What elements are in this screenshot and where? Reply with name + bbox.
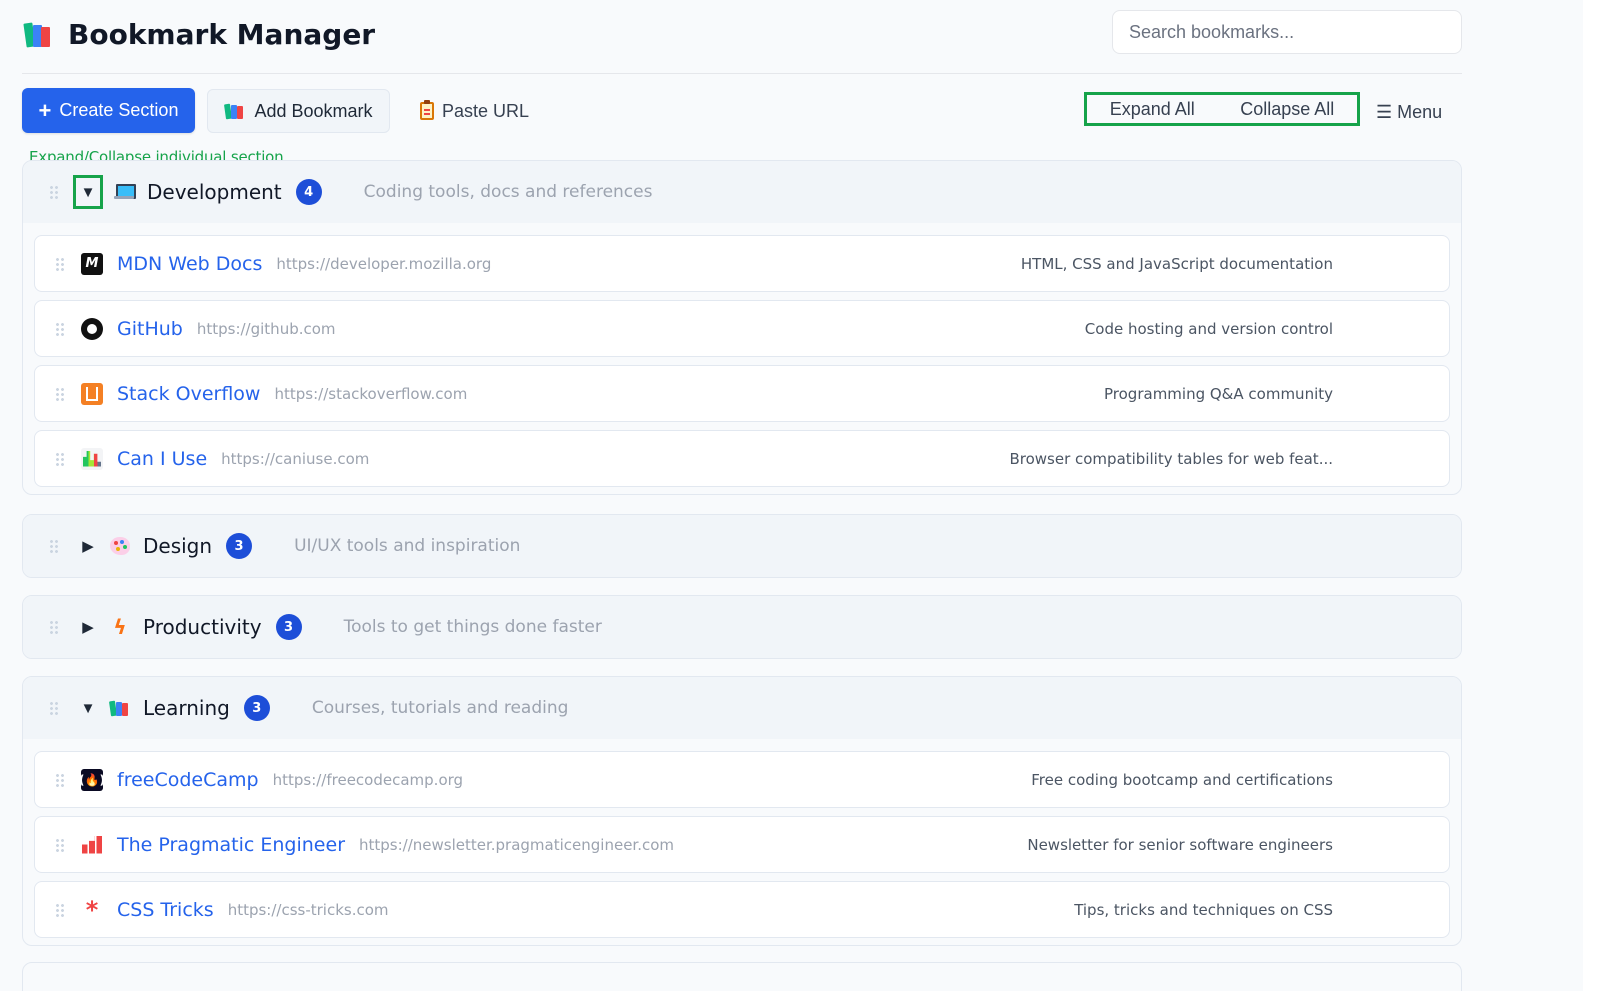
- app-title-text: Bookmark Manager: [68, 17, 376, 51]
- section-header[interactable]: ▼ Development 4 Coding tools, docs and r…: [23, 161, 1461, 223]
- section-title: Design: [143, 534, 213, 558]
- bookmark-row[interactable]: Can I Use https://caniuse.com Browser co…: [34, 430, 1450, 487]
- mdn-icon: M: [81, 252, 103, 275]
- section-description: Coding tools, docs and references: [363, 182, 653, 202]
- section-learning: ▼ Learning 3 Courses, tutorials and read…: [22, 676, 1462, 946]
- caniuse-icon: [81, 447, 103, 470]
- bookmark-row[interactable]: Stack Overflow https://stackoverflow.com…: [34, 365, 1450, 422]
- bookmark-row[interactable]: GitHub https://github.com Code hosting a…: [34, 300, 1450, 357]
- collapse-toggle-icon[interactable]: ▼: [73, 175, 103, 209]
- plus-icon: +: [38, 97, 52, 123]
- count-badge: 3: [243, 695, 270, 721]
- bookmark-url: https://stackoverflow.com: [274, 384, 468, 403]
- section-title: Learning: [143, 696, 230, 720]
- bookmark-title-link[interactable]: The Pragmatic Engineer: [117, 834, 345, 856]
- books-icon: [22, 19, 56, 49]
- section-productivity: ▶ ϟ Productivity 3 Tools to get things d…: [22, 595, 1462, 659]
- search-input[interactable]: [1112, 10, 1462, 54]
- bookmark-title-link[interactable]: MDN Web Docs: [117, 253, 262, 275]
- laptop-icon: [113, 181, 136, 203]
- create-section-button[interactable]: + Create Section: [22, 88, 195, 133]
- section-header[interactable]: ▶ ϟ Productivity 3 Tools to get things d…: [23, 596, 1461, 658]
- drag-handle-icon[interactable]: [55, 321, 65, 336]
- app-header: Bookmark Manager: [22, 0, 1462, 74]
- bookmark-url: https://github.com: [196, 319, 336, 338]
- drag-handle-icon[interactable]: [55, 837, 65, 852]
- app-title: Bookmark Manager: [22, 16, 375, 52]
- bookmark-row[interactable]: (🔥) freeCodeCamp https://freecodecamp.or…: [34, 751, 1450, 808]
- drag-handle-icon[interactable]: [49, 701, 59, 715]
- create-section-label: Create Section: [59, 100, 179, 120]
- books-icon: [108, 697, 131, 719]
- page-edge: [1583, 0, 1600, 991]
- bookmark-list: (🔥) freeCodeCamp https://freecodecamp.or…: [23, 739, 1461, 945]
- bookmark-title-link[interactable]: Stack Overflow: [117, 383, 260, 405]
- section-description: UI/UX tools and inspiration: [294, 536, 521, 556]
- section-header[interactable]: ▶ Design 3 UI/UX tools and inspiration: [23, 515, 1461, 577]
- bookmark-url: https://caniuse.com: [221, 449, 370, 468]
- bookmark-description: Newsletter for senior software engineers: [1027, 835, 1333, 854]
- clipboard-icon: [420, 100, 434, 120]
- bookmark-description: Free coding bootcamp and certifications: [1031, 770, 1333, 789]
- freecodecamp-icon: (🔥): [79, 768, 105, 791]
- bookmark-url: https://freecodecamp.org: [272, 770, 464, 789]
- section-header[interactable]: ▼ Learning 3 Courses, tutorials and read…: [23, 677, 1461, 739]
- bookmark-title-link[interactable]: CSS Tricks: [117, 899, 214, 921]
- section-description: Tools to get things done faster: [343, 617, 602, 637]
- expand-toggle-icon[interactable]: ▶: [77, 616, 99, 638]
- add-bookmark-button[interactable]: Add Bookmark: [207, 89, 390, 133]
- books-icon: [224, 102, 246, 120]
- count-badge: 3: [226, 533, 253, 559]
- section-design: ▶ Design 3 UI/UX tools and inspiration: [22, 514, 1462, 578]
- count-badge: 4: [295, 179, 322, 205]
- collapse-toggle-icon[interactable]: ▼: [77, 697, 99, 719]
- drag-handle-icon[interactable]: [55, 902, 65, 917]
- expand-collapse-group: Expand All Collapse All: [1084, 92, 1360, 126]
- bookmark-description: Programming Q&A community: [1104, 384, 1333, 403]
- bookmark-list: M MDN Web Docs https://developer.mozilla…: [23, 223, 1461, 494]
- menu-button[interactable]: ☰ Menu: [1376, 98, 1442, 126]
- section-development: ▼ Development 4 Coding tools, docs and r…: [22, 160, 1462, 495]
- drag-handle-icon[interactable]: [49, 620, 59, 634]
- bookmark-description: HTML, CSS and JavaScript documentation: [1020, 254, 1333, 273]
- drag-handle-icon[interactable]: [55, 451, 65, 466]
- github-icon: [81, 317, 103, 340]
- bookmark-description: Tips, tricks and techniques on CSS: [1074, 900, 1333, 919]
- bookmark-description: Browser compatibility tables for web fea…: [1009, 449, 1333, 468]
- bookmark-url: https://newsletter.pragmaticengineer.com: [359, 835, 675, 854]
- bookmark-row[interactable]: M MDN Web Docs https://developer.mozilla…: [34, 235, 1450, 292]
- count-badge: 3: [275, 614, 302, 640]
- asterisk-icon: *: [85, 895, 99, 924]
- stackoverflow-icon: [81, 382, 103, 405]
- bookmark-row[interactable]: * CSS Tricks https://css-tricks.com Tips…: [34, 881, 1450, 938]
- bookmark-description: Code hosting and version control: [1084, 319, 1333, 338]
- bookmark-title-link[interactable]: Can I Use: [117, 448, 207, 470]
- bookmark-url: https://css-tricks.com: [227, 900, 389, 919]
- drag-handle-icon[interactable]: [49, 539, 59, 553]
- bookmark-row[interactable]: The Pragmatic Engineer https://newslette…: [34, 816, 1450, 873]
- paste-url-button[interactable]: Paste URL: [410, 89, 539, 133]
- section-title: Development: [147, 180, 282, 204]
- bookmark-url: https://developer.mozilla.org: [276, 254, 492, 273]
- expand-toggle-icon[interactable]: ▶: [77, 535, 99, 557]
- add-bookmark-label: Add Bookmark: [254, 100, 373, 121]
- bookmark-title-link[interactable]: freeCodeCamp: [117, 769, 259, 791]
- palette-icon: [109, 535, 131, 557]
- expand-all-button[interactable]: Expand All: [1110, 99, 1195, 120]
- lightning-icon: ϟ: [113, 615, 127, 639]
- bookmark-title-link[interactable]: GitHub: [117, 318, 183, 340]
- paste-url-label: Paste URL: [442, 100, 530, 121]
- drag-handle-icon[interactable]: [55, 772, 65, 787]
- drag-handle-icon[interactable]: [49, 185, 59, 199]
- bar-chart-icon: [81, 834, 103, 856]
- section-next-partial: [22, 962, 1462, 991]
- collapse-all-button[interactable]: Collapse All: [1240, 99, 1334, 120]
- section-description: Courses, tutorials and reading: [311, 698, 569, 718]
- drag-handle-icon[interactable]: [55, 386, 65, 401]
- section-title: Productivity: [143, 615, 262, 639]
- drag-handle-icon[interactable]: [55, 256, 65, 271]
